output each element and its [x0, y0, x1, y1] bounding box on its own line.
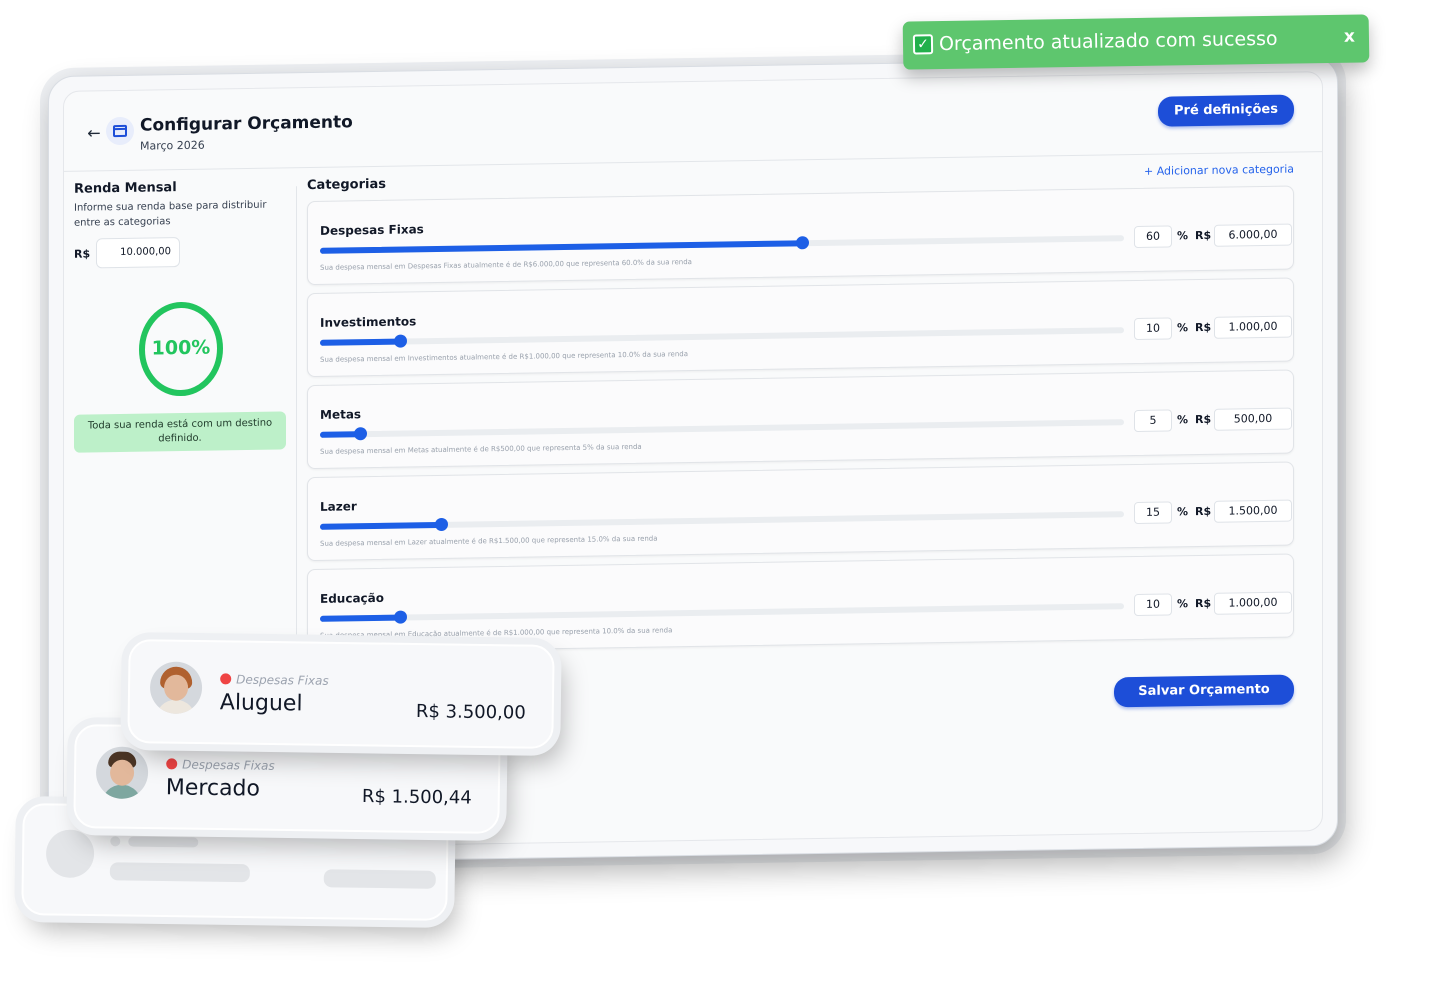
avatar-face: [163, 674, 189, 701]
category-list: Despesas Fixas Sua despesa mensal em Desp…: [307, 185, 1294, 654]
arrow-left-icon[interactable]: ←: [84, 123, 104, 143]
income-currency: R$: [74, 247, 91, 261]
skeleton-line: [323, 869, 436, 889]
category-slider-fill: [320, 521, 441, 530]
category-amount-input[interactable]: 1.000,00: [1214, 591, 1292, 615]
percent-symbol: %: [1177, 413, 1189, 427]
category-slider-handle[interactable]: [394, 610, 408, 624]
avatar: [95, 746, 149, 800]
category-card: Metas Sua despesa mensal em Metas atualme…: [307, 369, 1294, 470]
income-input[interactable]: 10.000,00: [96, 237, 180, 269]
category-note: Sua despesa mensal em Lazer atualmente é…: [320, 534, 658, 548]
allocation-progress-ring: 100%: [138, 300, 224, 397]
category-note: Sua despesa mensal em Despesas Fixas atu…: [320, 258, 692, 272]
skeleton-avatar: [45, 829, 95, 879]
currency-symbol: R$: [1195, 504, 1212, 519]
transaction-category-label: Despesas Fixas: [182, 757, 275, 773]
expense-icon: [220, 673, 232, 685]
currency-symbol: R$: [1195, 228, 1212, 243]
transaction-amount: R$ 1.500,44: [361, 786, 472, 809]
category-card: Despesas Fixas Sua despesa mensal em Desp…: [307, 185, 1294, 286]
skeleton-line: [109, 862, 250, 883]
percent-symbol: %: [1177, 597, 1189, 611]
panel-divider: [296, 186, 297, 647]
transaction-name: Aluguel: [219, 690, 303, 717]
category-slider[interactable]: [320, 603, 1124, 624]
category-slider-fill: [320, 614, 401, 622]
transaction-category: Despesas Fixas: [166, 757, 275, 773]
income-panel: Renda Mensal Informe sua renda base para…: [74, 178, 288, 453]
category-slider-handle[interactable]: [434, 517, 448, 532]
skeleton-line: [128, 836, 199, 848]
progress-percent-label: 100%: [151, 336, 211, 360]
category-note: Sua despesa mensal em Investimentos atua…: [320, 350, 689, 364]
categories-panel: Categorias + Adicionar nova categoria De…: [307, 163, 1294, 662]
predefinitions-button[interactable]: Pré definições: [1158, 94, 1294, 127]
percent-symbol: %: [1177, 505, 1189, 519]
add-category-link[interactable]: + Adicionar nova categoria: [1144, 163, 1294, 178]
toast-message: Orçamento atualizado com sucesso: [938, 27, 1278, 56]
category-slider[interactable]: [320, 327, 1124, 348]
transaction-category: Despesas Fixas: [220, 672, 329, 688]
category-slider-fill: [320, 240, 803, 254]
category-slider-handle[interactable]: [796, 236, 810, 250]
page-subtitle: Março 2026: [140, 138, 205, 153]
category-name: Investimentos: [320, 314, 417, 330]
income-row: R$ 10.000,00: [74, 235, 288, 269]
category-slider-fill: [320, 338, 401, 346]
calendar-icon: [106, 116, 134, 146]
income-description: Informe sua renda base para distribuir e…: [74, 199, 267, 229]
category-card: Educação Sua despesa mensal em Educação a…: [307, 553, 1294, 654]
avatar-body: [101, 784, 142, 800]
percent-symbol: %: [1177, 321, 1189, 335]
category-amount-input[interactable]: 6.000,00: [1214, 223, 1292, 247]
category-slider[interactable]: [320, 511, 1124, 532]
category-card: Investimentos Sua despesa mensal em Inves…: [307, 277, 1294, 378]
avatar-body: [155, 699, 196, 715]
category-amount-input[interactable]: 1.000,00: [1214, 315, 1292, 339]
income-title: Renda Mensal: [74, 180, 177, 197]
currency-symbol: R$: [1195, 320, 1212, 335]
save-budget-button[interactable]: Salvar Orçamento: [1114, 674, 1294, 708]
currency-symbol: R$: [1195, 412, 1212, 427]
category-percent-input[interactable]: 10: [1134, 593, 1172, 617]
category-name: Educação: [320, 590, 384, 606]
category-slider[interactable]: [320, 235, 1124, 254]
success-toast: ✓ Orçamento atualizado com sucesso x: [902, 14, 1370, 70]
category-amount-input[interactable]: 1.500,00: [1214, 499, 1292, 523]
category-slider[interactable]: [320, 419, 1124, 441]
category-percent-input[interactable]: 60: [1134, 225, 1172, 249]
transaction-card[interactable]: Despesas Fixas Aluguel R$ 3.500,00: [127, 639, 555, 749]
page-header: ← Configurar Orçamento Março 2026 Pré de…: [64, 72, 1322, 172]
category-name: Metas: [320, 407, 362, 422]
skeleton-line: [110, 836, 121, 847]
check-icon: ✓: [912, 34, 934, 55]
transaction-amount: R$ 3.500,00: [415, 701, 526, 724]
allocation-status-box: Toda sua renda está com um destino defin…: [74, 411, 286, 453]
category-name: Despesas Fixas: [320, 222, 424, 238]
category-slider-handle[interactable]: [354, 427, 368, 441]
page-title: Configurar Orçamento: [140, 112, 353, 136]
category-note: Sua despesa mensal em Educação atualment…: [320, 626, 673, 640]
currency-symbol: R$: [1195, 596, 1212, 611]
percent-symbol: %: [1177, 229, 1189, 243]
category-slider-handle[interactable]: [394, 334, 408, 348]
category-card: Lazer Sua despesa mensal em Lazer atualme…: [307, 461, 1294, 562]
category-percent-input[interactable]: 15: [1134, 501, 1172, 525]
expense-icon: [166, 758, 178, 770]
avatar: [149, 661, 203, 715]
transaction-name: Mercado: [165, 775, 261, 802]
avatar-face: [109, 759, 135, 786]
toast-close-button[interactable]: x: [1344, 27, 1355, 47]
category-percent-input[interactable]: 10: [1134, 317, 1172, 341]
category-percent-input[interactable]: 5: [1134, 409, 1172, 433]
category-note: Sua despesa mensal em Metas atualmente é…: [320, 442, 642, 456]
category-name: Lazer: [320, 499, 357, 514]
transaction-category-label: Despesas Fixas: [236, 672, 329, 688]
category-amount-input[interactable]: 500,00: [1214, 407, 1292, 431]
stage: ← Configurar Orçamento Março 2026 Pré de…: [0, 0, 1449, 993]
